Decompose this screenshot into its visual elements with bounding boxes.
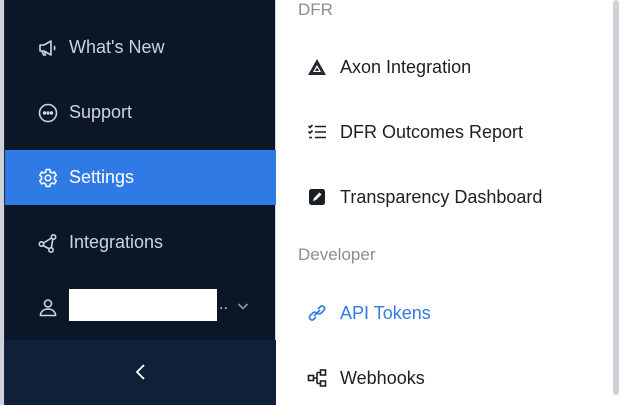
sidebar-item-integrations[interactable]: Integrations <box>5 215 276 270</box>
menu-item-api-tokens[interactable]: API Tokens <box>276 288 610 338</box>
checklist-icon <box>306 121 328 143</box>
gear-icon <box>37 167 59 189</box>
sidebar: What's New Support Settings Integrations… <box>4 0 276 405</box>
user-menu[interactable]: .. <box>5 280 276 335</box>
sidebar-item-label: Settings <box>69 167 135 187</box>
menu-item-transparency-dashboard[interactable]: Transparency Dashboard <box>276 172 610 222</box>
user-name-redacted <box>69 289 217 321</box>
link-icon <box>306 302 328 324</box>
menu-item-label: Transparency Dashboard <box>340 186 543 207</box>
sidebar-item-settings[interactable]: Settings <box>5 150 276 205</box>
sidebar-collapse-bar <box>5 340 276 405</box>
share-nodes-icon <box>37 232 59 254</box>
chevron-down-icon[interactable] <box>235 298 251 314</box>
chat-bubble-icon <box>37 102 59 124</box>
webhook-icon <box>306 367 328 389</box>
menu-item-label: API Tokens <box>340 302 431 323</box>
menu-item-axon-integration[interactable]: Axon Integration <box>276 42 610 92</box>
menu-item-label: Axon Integration <box>340 56 472 77</box>
settings-menu-panel: DFR Axon Integration DFR Outcomes Report <box>276 0 610 405</box>
scrollbar-thumb[interactable] <box>613 0 619 395</box>
menu-item-webhooks[interactable]: Webhooks <box>276 353 610 403</box>
sidebar-item-label: Support <box>69 102 133 122</box>
section-title-dfr: DFR <box>298 0 333 19</box>
section-title-developer: Developer <box>298 245 376 264</box>
menu-item-dfr-outcomes-report[interactable]: DFR Outcomes Report <box>276 107 610 157</box>
sidebar-item-label: What's New <box>69 37 165 57</box>
user-name-ellipsis: .. <box>219 296 228 313</box>
sidebar-item-whats-new[interactable]: What's New <box>5 20 276 75</box>
axon-logo-icon <box>306 56 328 78</box>
sidebar-item-label: Integrations <box>69 232 164 252</box>
menu-item-label: DFR Outcomes Report <box>340 121 524 142</box>
edit-square-icon <box>306 186 328 208</box>
chevron-left-icon[interactable] <box>129 360 153 384</box>
megaphone-icon <box>37 37 59 59</box>
menu-item-label: Webhooks <box>340 367 425 388</box>
sidebar-item-support[interactable]: Support <box>5 85 276 140</box>
user-icon <box>37 296 59 318</box>
